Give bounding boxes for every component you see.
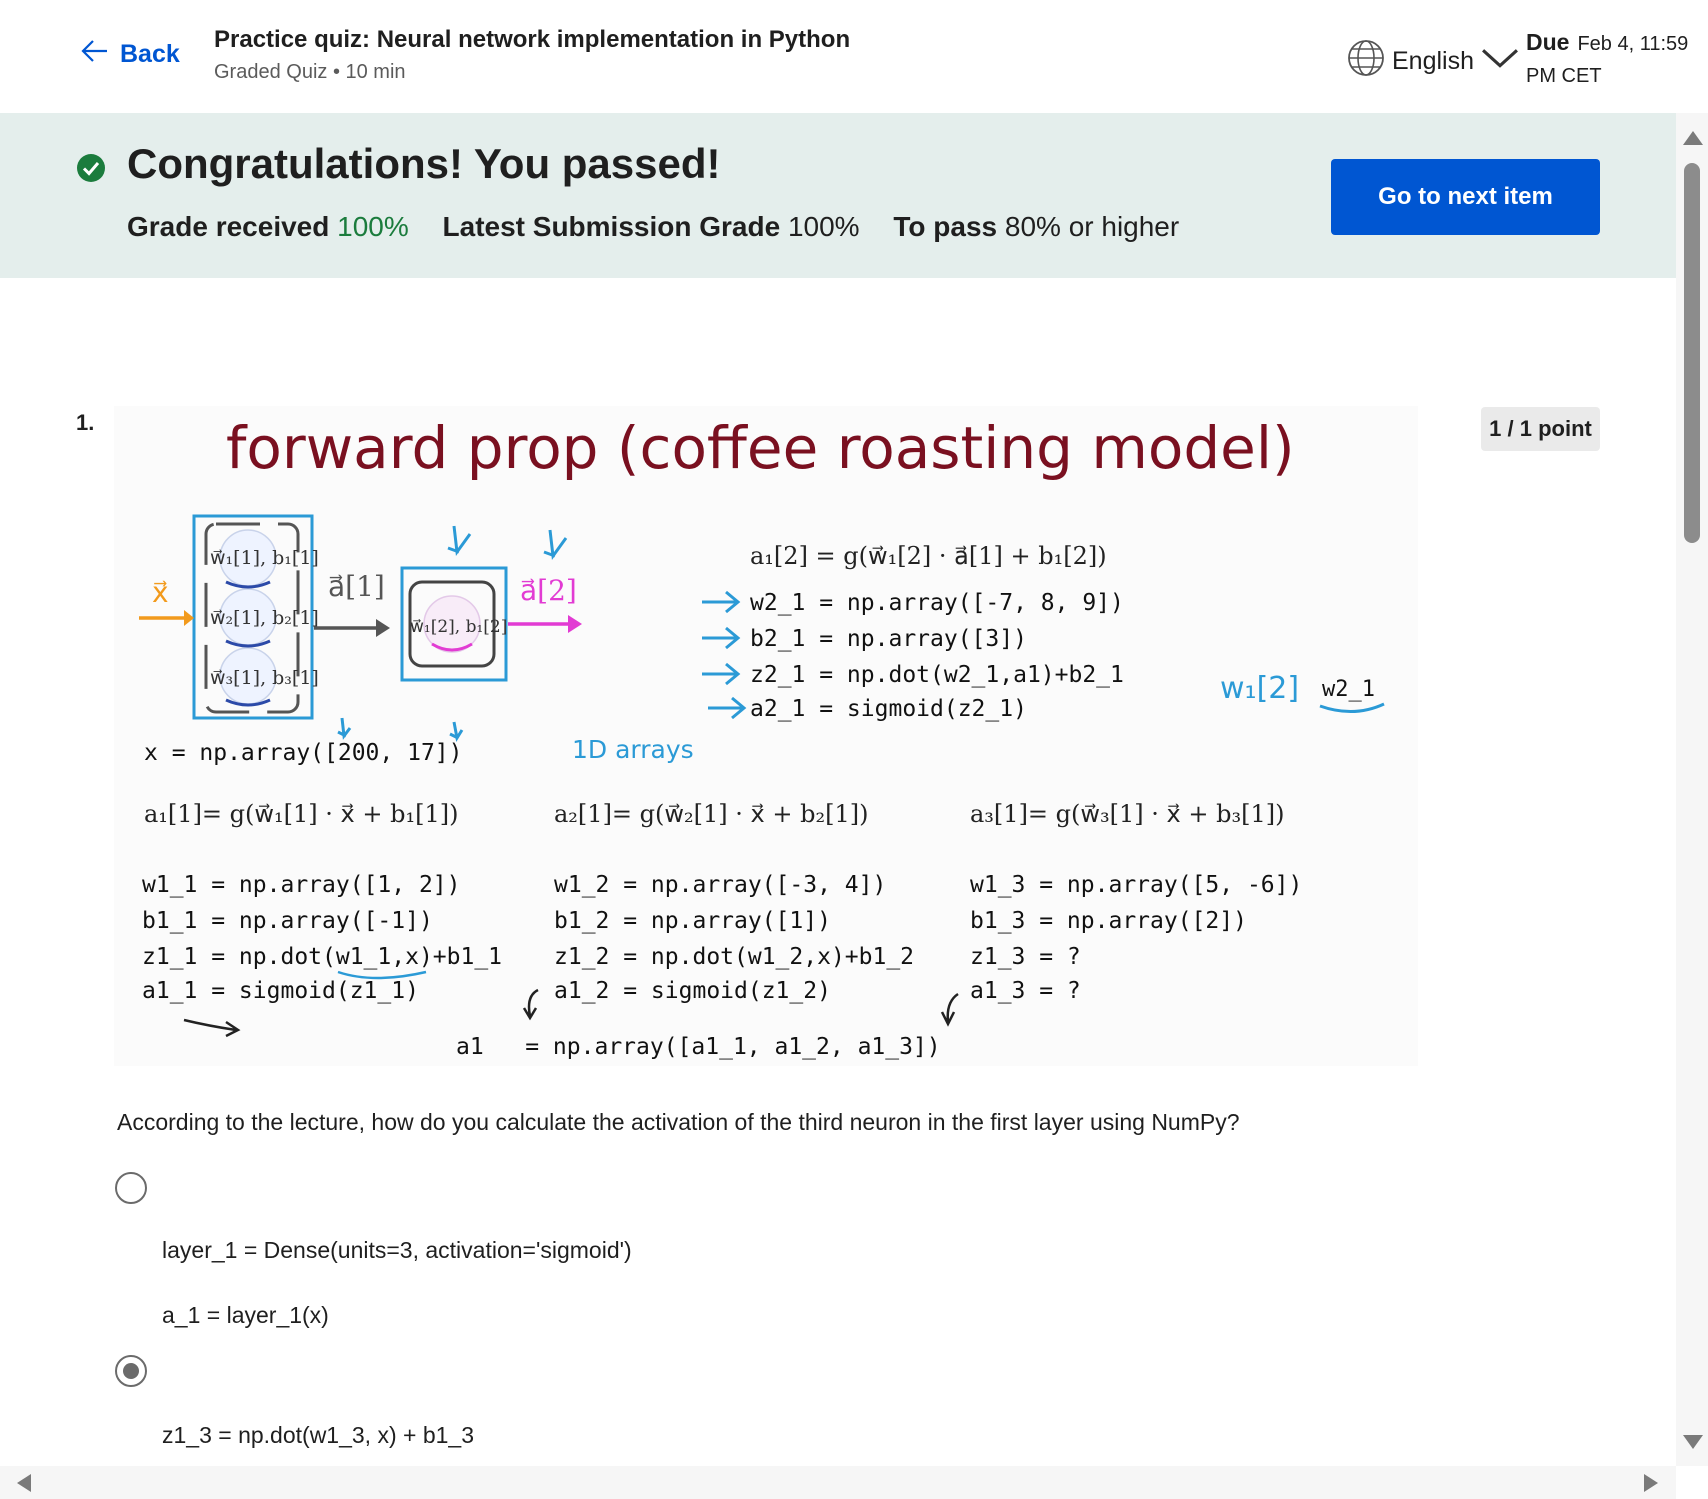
code-a1: a1 = np.array([a1_1, a1_2, a1_3]) bbox=[456, 1034, 941, 1060]
back-button[interactable]: Back bbox=[80, 36, 180, 73]
horizontal-scrollbar[interactable] bbox=[0, 1466, 1676, 1499]
code-n2-line4: a1_2 = sigmoid(z1_2) bbox=[554, 978, 831, 1004]
quiz-meta: Graded Quiz • 10 min bbox=[214, 61, 406, 83]
question-figure: forward prop (coffee roasting model) w⃗₁… bbox=[114, 406, 1418, 1066]
due-value-line1: Feb 4, 11:59 bbox=[1577, 33, 1689, 55]
scroll-thumb[interactable] bbox=[1684, 163, 1700, 543]
option-2-line-1: z1_3 = np.dot(w1_3, x) + b1_3 bbox=[162, 1422, 474, 1448]
globe-icon bbox=[1346, 38, 1386, 85]
option-1-line-2: a_1 = layer_1(x) bbox=[162, 1302, 329, 1328]
eq-neuron-3: a₃[1]= g(w⃗₃[1] · x⃗ + b₃[1]) bbox=[970, 800, 1284, 828]
latest-grade-label: Latest Submission Grade bbox=[442, 211, 781, 242]
x-input-label: x⃗ bbox=[152, 576, 169, 609]
top-bar: Back Practice quiz: Neural network imple… bbox=[0, 0, 1708, 114]
pass-banner: Congratulations! You passed! Grade recei… bbox=[0, 113, 1676, 278]
code-n3-line3: z1_3 = ? bbox=[970, 944, 1081, 970]
code-n3-line2: b1_3 = np.array([2]) bbox=[970, 908, 1247, 934]
question-text: According to the lecture, how do you cal… bbox=[117, 1109, 1240, 1135]
due-label: Due bbox=[1526, 29, 1570, 55]
vertical-scrollbar[interactable] bbox=[1676, 113, 1708, 1466]
due-value-line2: PM CET bbox=[1526, 65, 1602, 87]
grade-summary: Grade received 100% Latest Submission Gr… bbox=[127, 211, 1179, 243]
code-layer2-line3: z2_1 = np.dot(w2_1,a1)+b2_1 bbox=[750, 662, 1124, 688]
language-selector[interactable]: English bbox=[1346, 38, 1520, 85]
neuron-3-label: w⃗₃[1], b₃[1] bbox=[210, 667, 319, 689]
a2-label: a⃗[2] bbox=[520, 574, 577, 607]
scroll-down-icon[interactable] bbox=[1683, 1435, 1703, 1449]
scroll-up-icon[interactable] bbox=[1683, 131, 1703, 145]
points-badge: 1 / 1 point bbox=[1481, 407, 1600, 451]
due-date: Due Feb 4, 11:59 PM CET bbox=[1526, 26, 1701, 92]
to-pass-label: To pass bbox=[893, 211, 998, 242]
congrats-headline: Congratulations! You passed! bbox=[127, 140, 721, 187]
option-2-radio[interactable] bbox=[115, 1355, 147, 1387]
check-circle-icon bbox=[76, 153, 106, 183]
code-n3-line1: w1_3 = np.array([5, -6]) bbox=[970, 872, 1302, 898]
option-1-line-1: layer_1 = Dense(units=3, activation='sig… bbox=[162, 1237, 632, 1263]
note-w: w₁[2] bbox=[1220, 671, 1299, 706]
layer2-neuron-label: w⃗₁[2], b₁[2] bbox=[410, 617, 507, 637]
figure-title: forward prop (coffee roasting model) bbox=[226, 414, 1295, 482]
code-layer2-line1: w2_1 = np.array([-7, 8, 9]) bbox=[750, 590, 1124, 616]
neuron-2-label: w⃗₂[1], b₂[1] bbox=[210, 607, 319, 629]
eq-layer2: a₁[2] = g(w⃗₁[2] · a⃗[1] + b₁[2]) bbox=[750, 542, 1107, 570]
to-pass-value: 80% or higher bbox=[1004, 211, 1180, 242]
back-label: Back bbox=[120, 40, 180, 68]
code-n1-line1: w1_1 = np.array([1, 2]) bbox=[142, 872, 461, 898]
scroll-left-icon[interactable] bbox=[17, 1474, 31, 1492]
eq-neuron-2: a₂[1]= g(w⃗₂[1] · x⃗ + b₂[1]) bbox=[554, 800, 868, 828]
scroll-right-icon[interactable] bbox=[1644, 1474, 1658, 1492]
option-1-radio[interactable] bbox=[115, 1172, 147, 1204]
code-layer2-line2: b2_1 = np.array([3]) bbox=[750, 626, 1027, 652]
a1-label: a⃗[1] bbox=[328, 570, 385, 603]
neuron-1-label: w⃗₁[1], b₁[1] bbox=[210, 547, 319, 569]
grade-received-value: 100% bbox=[337, 211, 409, 242]
code-n1-line2: b1_1 = np.array([-1]) bbox=[142, 908, 433, 934]
code-n1-line3: z1_1 = np.dot(w1_1,x)+b1_1 bbox=[142, 944, 502, 970]
code-n1-line4: a1_1 = sigmoid(z1_1) bbox=[142, 978, 419, 1004]
latest-grade-value: 100% bbox=[787, 211, 860, 242]
note-1d-arrays: 1D arrays bbox=[572, 735, 694, 764]
language-label: English bbox=[1392, 47, 1474, 75]
go-to-next-item-button[interactable]: Go to next item bbox=[1331, 159, 1600, 235]
code-n3-line4: a1_3 = ? bbox=[970, 978, 1081, 1004]
code-n2-line1: w1_2 = np.array([-3, 4]) bbox=[554, 872, 886, 898]
code-layer2-line4: a2_1 = sigmoid(z2_1) bbox=[750, 696, 1027, 722]
quiz-title: Practice quiz: Neural network implementa… bbox=[214, 26, 851, 53]
question-number: 1. bbox=[76, 410, 95, 435]
chevron-down-icon bbox=[1480, 38, 1520, 85]
arrow-left-icon bbox=[80, 36, 110, 73]
note-w-code: w2_1 bbox=[1322, 677, 1375, 702]
code-n2-line2: b1_2 = np.array([1]) bbox=[554, 908, 831, 934]
grade-received-label: Grade received bbox=[127, 211, 330, 242]
eq-neuron-1: a₁[1]= g(w⃗₁[1] · x⃗ + b₁[1]) bbox=[144, 800, 458, 828]
x-code: x = np.array([200, 17]) bbox=[144, 740, 463, 766]
code-n2-line3: z1_2 = np.dot(w1_2,x)+b1_2 bbox=[554, 944, 914, 970]
